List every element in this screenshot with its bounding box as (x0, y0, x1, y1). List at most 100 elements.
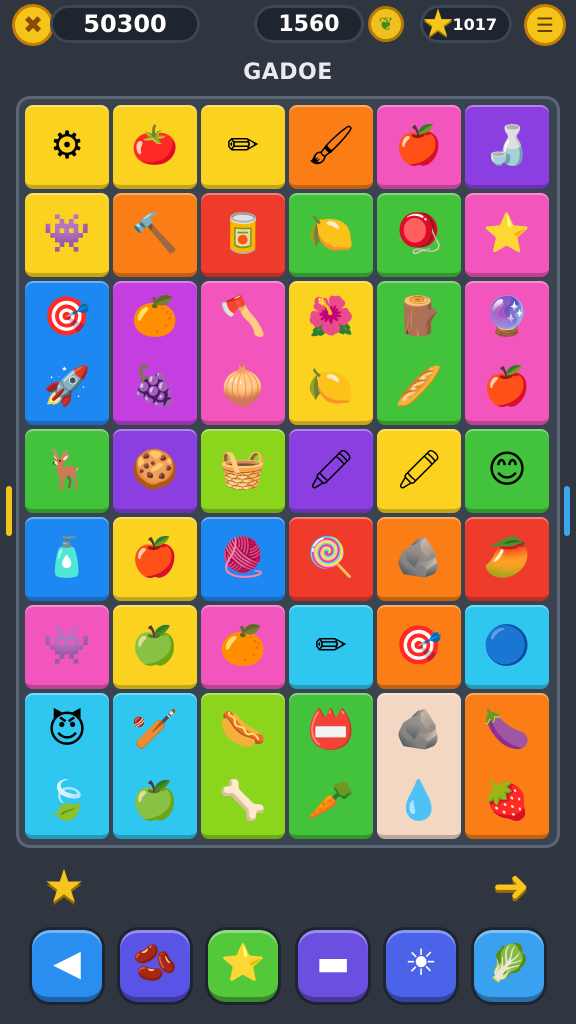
board-tile[interactable]: 🪀 (377, 193, 461, 277)
level-title: GADOE (243, 60, 333, 85)
settings-button[interactable]: ☰ (524, 4, 566, 46)
board-tile[interactable]: 🧺 (201, 429, 285, 513)
pencil-icon: ✏ (315, 623, 347, 667)
leaf-bowl-icon: 🥬 (486, 942, 532, 984)
board-tile[interactable]: 🍆 🍓 (465, 693, 549, 839)
hammer-icon: 🔨 (131, 211, 179, 255)
board-tile[interactable]: ⚙ (25, 105, 109, 189)
board-tile[interactable]: 🎯 🚀 (25, 281, 109, 425)
badge-icon: 📛 (307, 706, 355, 751)
tomato-face-icon: 🍅 (131, 123, 179, 167)
board-tile[interactable]: 🪵 🥖 (377, 281, 461, 425)
rock-face-icon: 🪨 (395, 706, 443, 751)
board-tile[interactable]: 📛 🥕 (289, 693, 373, 839)
pink-monster-icon: 👾 (43, 211, 91, 255)
board-tile[interactable]: 🥭 (465, 517, 549, 601)
glass-ball-icon: 🔵 (483, 623, 531, 667)
bone-icon: 🦴 (219, 777, 267, 822)
basket-icon: 🧺 (219, 447, 267, 491)
marker-icon: 🖍 (306, 447, 356, 491)
board-tile[interactable]: 🧶 (201, 517, 285, 601)
star-bonus-button[interactable]: ★ (40, 859, 88, 913)
onion-icon: 🧅 (219, 364, 267, 408)
board-tile[interactable]: 🖍 (377, 429, 461, 513)
rocket-icon: 🚀 (43, 364, 91, 408)
pink-monster-icon: 👾 (43, 623, 91, 667)
bean-button[interactable]: 🫘 (120, 930, 190, 1002)
bean-icon: 🫘 (132, 942, 178, 984)
board-tile[interactable]: 🪨 (377, 517, 461, 601)
board-tile[interactable]: 🦌 (25, 429, 109, 513)
moves-display: 1560 (254, 5, 364, 43)
board-tile[interactable]: ✏ (289, 605, 373, 689)
board-tile[interactable]: 🎯 (377, 605, 461, 689)
purple-fruit-icon: 🍆 (483, 706, 531, 751)
moves-value: 1560 (278, 11, 340, 37)
plum-icon: 🍇 (131, 364, 179, 408)
arrow-right-icon: ➜ (492, 860, 530, 912)
bat-icon: 🏏 (131, 706, 179, 751)
glue-bottle-icon: 🧴 (43, 535, 91, 579)
board-tile[interactable]: 😈 🍃 (25, 693, 109, 839)
board-tile[interactable]: 🍏 (113, 605, 197, 689)
leaf-coin-button[interactable]: ❦ (368, 6, 404, 42)
brush-icon: 🖌 (306, 123, 356, 167)
pause-button[interactable]: ▬ (298, 930, 368, 1002)
mango-icon: 🥭 (483, 535, 531, 579)
leaf-coin-icon: ❦ (378, 13, 394, 35)
carrot-icon: 🥕 (307, 777, 355, 822)
board-tile[interactable]: 🖌 (289, 105, 373, 189)
purple-monster-icon: 😈 (47, 706, 87, 751)
back-button[interactable]: ◀ (32, 930, 102, 1002)
board-tile[interactable]: 🍊 (201, 605, 285, 689)
board-tile[interactable]: 🍊 🍇 (113, 281, 197, 425)
sun-button[interactable]: ☀ (386, 930, 456, 1002)
board-tile[interactable]: 🔮 🍎 (465, 281, 549, 425)
board-tile[interactable]: 🍋 (289, 193, 373, 277)
board-tile[interactable]: 🖍 (289, 429, 373, 513)
next-button[interactable]: ➜ (484, 860, 538, 912)
board-tile[interactable]: 🌭 🦴 (201, 693, 285, 839)
pen-icon: ✏ (227, 123, 259, 167)
board-tile[interactable]: 😊 (465, 429, 549, 513)
board-tile[interactable]: 🔵 (465, 605, 549, 689)
apple-pin-icon: 🍏 (131, 623, 179, 667)
blue-drop-icon: 💧 (395, 777, 443, 822)
board-tile[interactable]: 🧴 (25, 517, 109, 601)
apple-icon: 🍎 (395, 123, 443, 167)
smiley-icon: 😊 (487, 447, 527, 491)
board-tile[interactable]: 🍎 (113, 517, 197, 601)
board-tile[interactable]: 🍭 (289, 517, 373, 601)
board-tile[interactable]: 🍅 (113, 105, 197, 189)
star-boost-button[interactable]: ⭐ (208, 930, 278, 1002)
apple-icon: 🍎 (131, 535, 179, 579)
board-tile[interactable]: ⭐ (465, 193, 549, 277)
stick-icon: 🥖 (395, 364, 443, 408)
orange-icon: 🍊 (219, 623, 267, 667)
target-icon: 🎯 (43, 294, 91, 338)
board-tile[interactable]: 👾 (25, 605, 109, 689)
right-side-marker (564, 486, 570, 536)
bar-icon: ▬ (315, 942, 350, 984)
board-tile[interactable]: 🍪 (113, 429, 197, 513)
settings-icon: ☰ (536, 13, 554, 37)
board-tile[interactable]: 👾 (25, 193, 109, 277)
board-tile[interactable]: 🍎 (377, 105, 461, 189)
leaf-button[interactable]: 🥬 (474, 930, 544, 1002)
axe-icon: 🪓 (219, 294, 267, 338)
moose-face-icon: 🦌 (43, 447, 91, 491)
board-tile[interactable]: ✏ (201, 105, 285, 189)
cookie-icon: 🍪 (131, 447, 179, 491)
board-tile[interactable]: 🪨 💧 (377, 693, 461, 839)
puzzle-menu-button[interactable]: ✖ (12, 4, 54, 46)
left-side-marker (6, 486, 12, 536)
board-tile[interactable]: 🌺 🍋 (289, 281, 373, 425)
board-tile[interactable]: 🏏 🍏 (113, 693, 197, 839)
star-icon: ⭐ (220, 942, 266, 984)
board-tile[interactable]: 🪓 🧅 (201, 281, 285, 425)
board-tile[interactable]: 🍶 (465, 105, 549, 189)
board-tile[interactable]: 🥫 (201, 193, 285, 277)
board-tile[interactable]: 🔨 (113, 193, 197, 277)
lemon-icon: 🍋 (307, 364, 355, 408)
game-board: ⚙ 🍅 ✏ 🖌 🍎 🍶 👾 🔨 🥫 🍋 🪀 ⭐ 🎯 🚀 🍊 🍇 🪓 🧅 🌺 🍋 🪵 🥖 🔮 🍎 🦌 🍪 🧺 🖍 🖍 😊 🧴 🍎 🧶 🍭 🪨 🥭 👾 🍏 🍊 ✏… (16, 96, 560, 848)
